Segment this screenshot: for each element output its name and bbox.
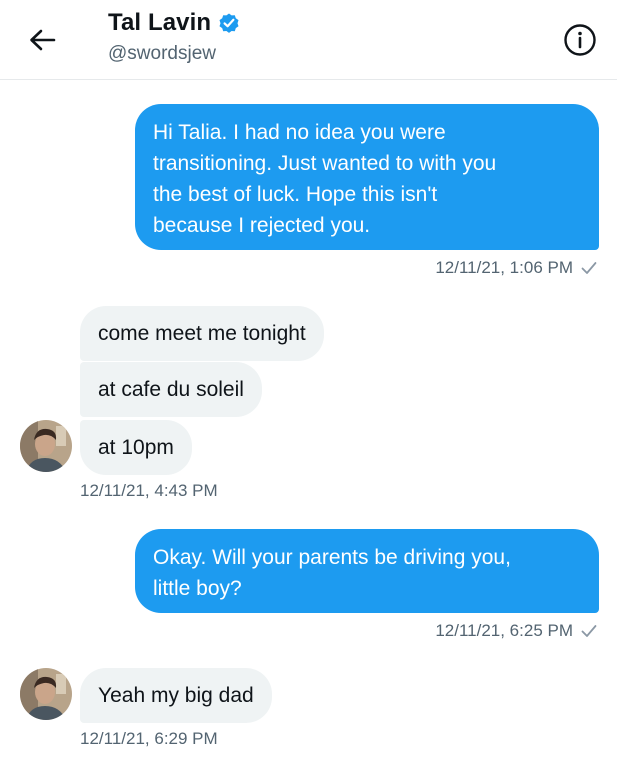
info-icon [564,24,596,56]
message-line: the best of luck. Hope this isn't [153,183,438,206]
message-timestamp: 12/11/21, 6:25 PM [435,621,597,641]
message-text: Yeah my big dad [98,684,254,707]
received-message-bubble[interactable]: Yeah my big dad [80,668,272,723]
message-timestamp: 12/11/21, 6:29 PM [80,729,218,749]
timestamp-text: 12/11/21, 1:06 PM [435,258,573,277]
profile-handle[interactable]: @swordsjew [108,43,216,65]
conversation-info-button[interactable] [562,22,598,58]
sent-message-bubble[interactable]: Hi Talia. I had no idea you were transit… [135,104,599,250]
message-line: Okay. Will your parents be driving you, [153,546,511,569]
avatar[interactable] [20,668,72,720]
avatar[interactable] [20,420,72,472]
message-text: come meet me tonight [98,322,306,345]
profile-title-row[interactable]: Tal Lavin [108,9,241,37]
message-text: at cafe du soleil [98,378,244,401]
profile-name[interactable]: Tal Lavin [108,9,211,37]
received-message-bubble[interactable]: come meet me tonight [80,306,324,361]
timestamp-text: 12/11/21, 6:25 PM [435,621,573,640]
back-button[interactable] [22,22,62,58]
timestamp-text: 12/11/21, 4:43 PM [80,481,218,500]
conversation-header: Tal Lavin @swordsjew [0,0,617,80]
message-text: at 10pm [98,436,174,459]
message-line: little boy? [153,577,242,600]
message-timestamp: 12/11/21, 1:06 PM [435,258,597,278]
sent-check-icon [581,624,597,638]
message-line: because I rejected you. [153,214,371,237]
message-line: transitioning. Just wanted to with you [153,152,497,175]
sent-message-bubble[interactable]: Okay. Will your parents be driving you, … [135,529,599,613]
sent-check-icon [581,261,597,275]
timestamp-text: 12/11/21, 6:29 PM [80,729,218,748]
message-line: Hi Talia. I had no idea you were [153,121,446,144]
message-timestamp: 12/11/21, 4:43 PM [80,481,218,501]
arrow-left-icon [30,29,56,51]
verified-badge-icon [217,11,241,35]
received-message-bubble[interactable]: at 10pm [80,420,192,475]
received-message-bubble[interactable]: at cafe du soleil [80,362,262,417]
